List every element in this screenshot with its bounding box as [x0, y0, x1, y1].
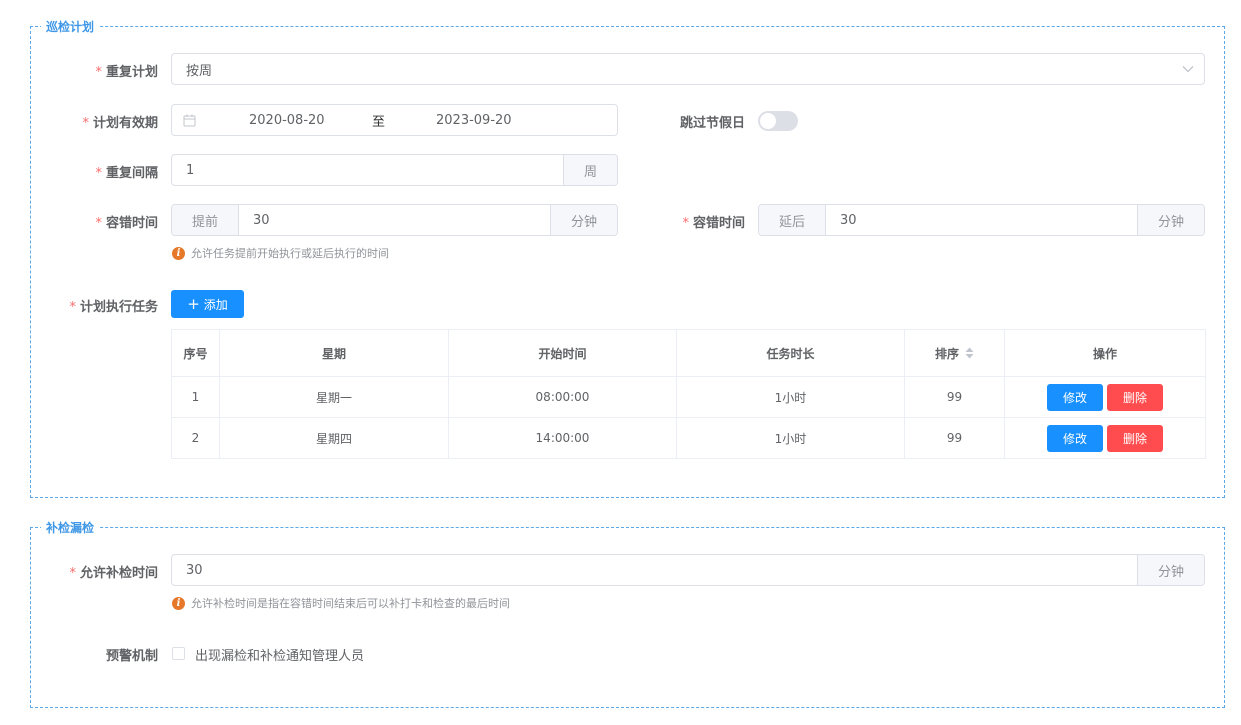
sort-icon[interactable] — [965, 347, 974, 362]
makeup-inspection-legend: 补检漏检 — [41, 519, 100, 537]
tolerance-before-prefix: 提前 — [172, 205, 239, 235]
delete-button[interactable]: 删除 — [1107, 383, 1163, 411]
interval-unit: 周 — [563, 155, 617, 185]
cell-duration: 1小时 — [676, 376, 905, 418]
tolerance-before-input[interactable]: 30 — [239, 213, 550, 228]
validity-date-range[interactable]: 2020-08-20 至 2023-09-20 — [171, 104, 618, 136]
tolerance-before-input-group: 提前 30 分钟 — [171, 204, 618, 236]
repeat-plan-label: * 重复计划 — [95, 65, 158, 80]
column-header-order-label: 排序 — [934, 346, 959, 361]
inspection-plan-legend: 巡检计划 — [41, 18, 100, 36]
tolerance-hint-text: 允许任务提前开始执行或延后执行的时间 — [191, 247, 389, 260]
validity-label: * 计划有效期 — [82, 116, 158, 131]
makeup-hint-text: 允许补检时间是指在容错时间结束后可以补打卡和检查的最后时间 — [191, 597, 510, 610]
cell-no: 2 — [171, 417, 220, 459]
cell-weekday: 星期四 — [219, 417, 449, 459]
cell-start-time: 14:00:00 — [448, 417, 677, 459]
calendar-icon — [183, 114, 196, 127]
table-header-row: 序号 星期 开始时间 任务时长 排序 操作 — [171, 329, 1206, 377]
tolerance-before-label: * 容错时间 — [95, 216, 158, 231]
warning-label: 预警机制 — [105, 649, 158, 664]
task-table: 序号 星期 开始时间 任务时长 排序 操作 1 星期一 08:00:00 1小时… — [171, 329, 1206, 459]
tolerance-hint: i 允许任务提前开始执行或延后执行的时间 — [172, 245, 389, 261]
tolerance-after-prefix: 延后 — [759, 205, 826, 235]
warning-option-label[interactable]: 出现漏检和补检通知管理人员 — [195, 645, 364, 664]
delete-button[interactable]: 删除 — [1107, 424, 1163, 452]
interval-input[interactable]: 1 — [172, 163, 563, 178]
tolerance-after-input[interactable]: 30 — [826, 213, 1137, 228]
chevron-down-icon — [1182, 65, 1194, 73]
cell-order: 99 — [904, 417, 1005, 459]
start-date-input[interactable]: 2020-08-20 — [249, 113, 325, 128]
edit-button[interactable]: 修改 — [1047, 424, 1103, 452]
makeup-hint: i 允许补检时间是指在容错时间结束后可以补打卡和检查的最后时间 — [172, 595, 510, 611]
end-date-input[interactable]: 2023-09-20 — [436, 113, 512, 128]
switch-knob — [760, 113, 776, 129]
add-task-button[interactable]: + 添加 — [171, 290, 244, 318]
makeup-time-input-group: 30 分钟 — [171, 554, 1205, 586]
skip-holidays-switch[interactable] — [758, 111, 798, 131]
info-icon: i — [172, 246, 185, 260]
table-row: 2 星期四 14:00:00 1小时 99 修改 删除 — [171, 417, 1206, 459]
tolerance-after-input-group: 延后 30 分钟 — [758, 204, 1205, 236]
interval-label: * 重复间隔 — [95, 166, 158, 181]
tolerance-before-unit: 分钟 — [550, 205, 617, 235]
cell-weekday: 星期一 — [219, 376, 449, 418]
column-header-no: 序号 — [171, 329, 220, 377]
makeup-time-input[interactable]: 30 — [172, 563, 1137, 578]
makeup-time-unit: 分钟 — [1137, 555, 1204, 585]
cell-duration: 1小时 — [676, 417, 905, 459]
skip-holidays-label: 跳过节假日 — [679, 116, 745, 131]
repeat-plan-select[interactable]: 按周 — [171, 53, 1205, 85]
column-header-weekday: 星期 — [219, 329, 449, 377]
tolerance-after-unit: 分钟 — [1137, 205, 1204, 235]
add-task-button-label: 添加 — [203, 297, 228, 312]
cell-no: 1 — [171, 376, 220, 418]
cell-actions: 修改 删除 — [1004, 417, 1206, 459]
column-header-duration: 任务时长 — [676, 329, 905, 377]
column-header-actions: 操作 — [1004, 329, 1206, 377]
repeat-plan-value: 按周 — [186, 63, 213, 79]
column-header-start-time: 开始时间 — [448, 329, 677, 377]
date-range-separator: 至 — [372, 114, 386, 130]
plus-icon: + — [187, 294, 200, 313]
cell-order: 99 — [904, 376, 1005, 418]
warning-checkbox[interactable] — [172, 647, 185, 660]
tasks-label: * 计划执行任务 — [69, 300, 158, 315]
interval-input-group: 1 周 — [171, 154, 618, 186]
cell-start-time: 08:00:00 — [448, 376, 677, 418]
column-header-order[interactable]: 排序 — [904, 329, 1005, 377]
info-icon: i — [172, 596, 185, 610]
edit-button[interactable]: 修改 — [1047, 383, 1103, 411]
cell-actions: 修改 删除 — [1004, 376, 1206, 418]
tolerance-after-label: * 容错时间 — [682, 216, 745, 231]
table-row: 1 星期一 08:00:00 1小时 99 修改 删除 — [171, 376, 1206, 418]
makeup-time-label: * 允许补检时间 — [69, 566, 158, 581]
